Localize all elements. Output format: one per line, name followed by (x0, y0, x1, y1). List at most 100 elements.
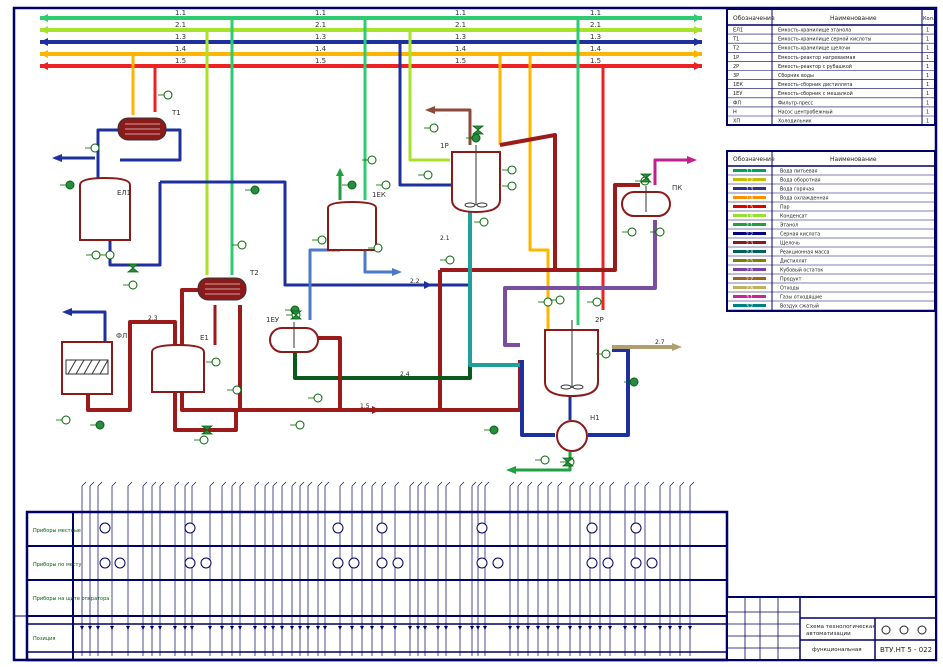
signal-tick (111, 481, 117, 487)
signal-marker (208, 626, 212, 630)
instrument-bubble (90, 143, 100, 153)
reactor-label: 1Р (440, 142, 449, 150)
line-code: 1.1 (590, 9, 601, 17)
pump-label: Н1 (590, 414, 600, 422)
signal-marker (423, 626, 427, 630)
instrument-circle (332, 522, 344, 534)
legend-header-symbol: Обозначение (733, 15, 775, 22)
pipe-pk-top (653, 158, 690, 185)
instrument-bubble (128, 280, 138, 290)
line-code: 1.5 (175, 57, 186, 65)
legend-row-symbol: 2.6 (746, 268, 753, 274)
signal-tick (417, 481, 423, 487)
legend-row-qty: 1 (926, 46, 929, 52)
tank-ek: 1ЕК (327, 191, 386, 251)
signal-tick (89, 481, 95, 487)
legend-header-name: Наименование (830, 156, 877, 163)
line-code: 1.5 (455, 57, 466, 65)
pipe-r1-teal (468, 285, 520, 367)
line-code: 1.3 (455, 33, 466, 41)
arrow-head (687, 156, 697, 164)
legend-row-symbol: 1.5 (746, 205, 753, 211)
signal-marker (80, 626, 84, 630)
legend-row-symbol: 1.4 (746, 196, 753, 202)
line-code: 2.1 (315, 21, 326, 29)
signal-marker (416, 626, 420, 630)
signal-tick (459, 481, 465, 487)
signal-tick (231, 481, 237, 487)
vessel-label: ПК (672, 184, 682, 192)
flow-label: 2.1 (440, 235, 450, 242)
instrument-bubble (445, 255, 455, 265)
filter-label: ФЛ (116, 332, 127, 340)
instrument-bubble (163, 90, 173, 100)
signal-tick (221, 481, 227, 487)
instrument-bubble (250, 185, 260, 195)
legend-row-name: Сборник воды (778, 73, 814, 79)
legend-row-name: Вода горячая (780, 187, 814, 193)
table-row-label: Приборы по месту (33, 562, 81, 568)
signal-marker (556, 626, 560, 630)
instrument-bubble (95, 420, 105, 430)
instrument-circle (492, 557, 504, 569)
legend-row-symbol: 1ЕУ (733, 91, 742, 97)
legend-row-qty: 1 (926, 100, 929, 106)
signal-tick (609, 481, 615, 487)
flow-label: 2.3 (148, 315, 158, 322)
legend-row-symbol: Н (733, 109, 737, 115)
instrument-bubble (317, 235, 327, 245)
legend-row-name: Емкость-хранилище серной кислоты (778, 36, 872, 43)
flow-label: 2.4 (400, 371, 410, 378)
signal-tick (184, 481, 190, 487)
signal-marker (380, 626, 384, 630)
instrument-circle (630, 522, 642, 534)
signal-marker (526, 626, 530, 630)
signal-tick (127, 481, 133, 487)
instrument-circle (602, 557, 614, 569)
legend-row-symbol: 2.4 (746, 250, 753, 256)
instrument-bubble (373, 243, 383, 253)
line-code: 1.5 (590, 57, 601, 65)
legend-row-symbol: 1.6 (746, 214, 753, 220)
instrument-circle (392, 557, 404, 569)
margin-box (13, 615, 28, 661)
flow-label: 2.2 (410, 278, 420, 285)
signal-tick (547, 481, 553, 487)
arrow-head (694, 50, 702, 58)
signal-tick (351, 481, 357, 487)
doc-code: ВТУ.НТ 5 - 022 (880, 646, 932, 654)
signal-tick (679, 481, 685, 487)
vessel-eu: 1ЕУ (266, 316, 319, 353)
legend-row-qty: 1 (926, 91, 929, 97)
signal-marker (96, 626, 100, 630)
vessel-pk: ПК (621, 184, 682, 217)
instrument-bubble (232, 385, 242, 395)
signal-marker (444, 626, 448, 630)
signal-marker (370, 626, 374, 630)
signal-tick (159, 481, 165, 487)
legend-top-table: Обозначение Наименование Кол. ЕЛ1 Емкость… (726, 8, 936, 126)
signal-tick (557, 481, 563, 487)
title-line-3: функциональная (812, 647, 862, 653)
signal-tick (509, 481, 515, 487)
arrow-head (392, 268, 402, 276)
signal-tick (371, 481, 377, 487)
line-code: 1.1 (315, 9, 326, 17)
arrow-head (62, 308, 72, 316)
instrument-bubble (489, 425, 499, 435)
instrument-bubble (65, 180, 75, 190)
signal-marker (568, 626, 572, 630)
legend-header-name: Наименование (830, 15, 877, 22)
signal-tick (409, 481, 415, 487)
signal-marker (88, 626, 92, 630)
instrument-circle (114, 557, 126, 569)
legend-row-symbol: ЕЛ1 (733, 28, 743, 34)
arrow-head (425, 106, 435, 114)
legend-row-symbol: 1.1 (746, 169, 753, 175)
instrument-bubble (347, 180, 357, 190)
arrow-head (694, 38, 702, 46)
legend-row-symbol: Т1 (732, 37, 739, 43)
legend-row-name: Емкость-реактор с рубашкой (778, 63, 852, 70)
line-code: 1.4 (315, 45, 327, 53)
signal-marker (190, 626, 194, 630)
